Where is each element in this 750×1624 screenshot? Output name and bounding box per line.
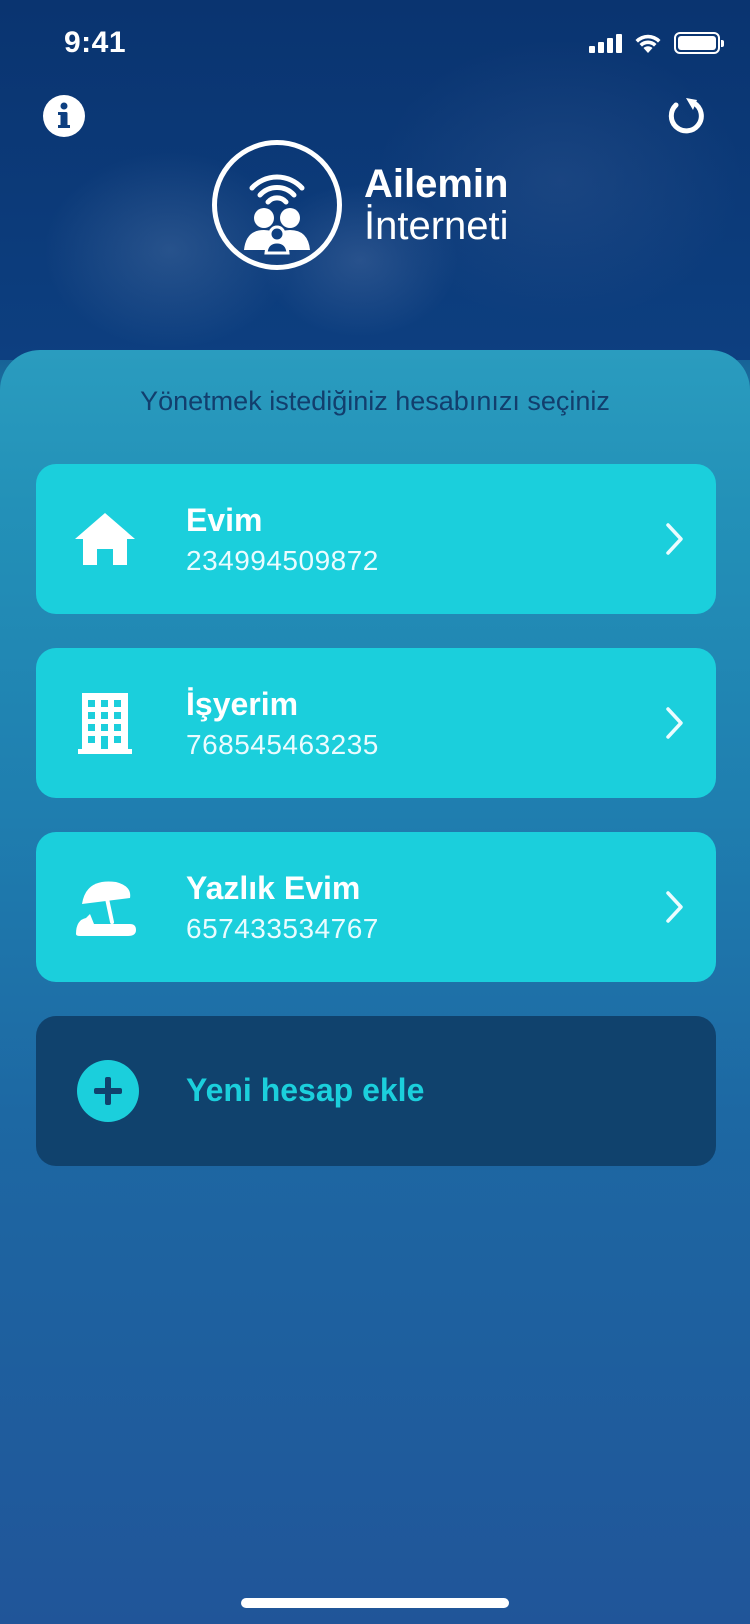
add-account-button[interactable]: Yeni hesap ekle bbox=[36, 1016, 716, 1166]
status-icons bbox=[589, 32, 724, 54]
info-button[interactable] bbox=[42, 94, 86, 138]
plus-icon bbox=[77, 1060, 139, 1122]
account-info: Yazlık Evim 657433534767 bbox=[186, 870, 379, 945]
panel-title: Yönetmek istediğiniz hesabınızı seçiniz bbox=[140, 386, 610, 416]
app-logo: Ailemin İnterneti bbox=[212, 140, 509, 270]
account-number: 657433534767 bbox=[186, 913, 379, 944]
family-wifi-logo-icon bbox=[212, 140, 342, 270]
account-info: İşyerim 768545463235 bbox=[186, 686, 379, 761]
wifi-icon bbox=[635, 34, 661, 53]
account-selection-panel: Yönetmek istediğiniz hesabınızı seçiniz … bbox=[0, 350, 750, 1624]
account-number: 234994509872 bbox=[186, 545, 379, 576]
app-name: Ailemin İnterneti bbox=[364, 163, 509, 247]
refresh-button[interactable] bbox=[664, 94, 708, 138]
account-card-isyerim[interactable]: İşyerim 768545463235 bbox=[36, 648, 716, 798]
refresh-icon bbox=[668, 98, 704, 134]
account-name: İşyerim bbox=[186, 686, 299, 722]
battery-icon bbox=[674, 32, 724, 54]
status-time: 9:41 bbox=[64, 26, 127, 59]
building-icon bbox=[71, 689, 139, 757]
chevron-right-icon bbox=[666, 523, 683, 555]
account-number: 768545463235 bbox=[186, 729, 379, 760]
chevron-right-icon bbox=[666, 891, 683, 923]
status-bar: 9:41 bbox=[0, 0, 750, 88]
cellular-signal-icon bbox=[589, 33, 622, 53]
app-name-line1: Ailemin bbox=[364, 162, 509, 206]
add-account-label: Yeni hesap ekle bbox=[186, 1072, 425, 1108]
account-card-evim[interactable]: Evim 234994509872 bbox=[36, 464, 716, 614]
home-icon bbox=[71, 505, 139, 573]
account-name: Evim bbox=[186, 502, 263, 538]
account-card-yazlik-evim[interactable]: Yazlık Evim 657433534767 bbox=[36, 832, 716, 982]
home-indicator[interactable] bbox=[241, 1598, 509, 1608]
account-name: Yazlık Evim bbox=[186, 870, 361, 906]
account-info: Evim 234994509872 bbox=[186, 502, 379, 577]
chevron-right-icon bbox=[666, 707, 683, 739]
app-name-line2: İnterneti bbox=[364, 204, 509, 248]
beach-umbrella-icon bbox=[71, 873, 139, 941]
info-icon bbox=[43, 95, 85, 137]
